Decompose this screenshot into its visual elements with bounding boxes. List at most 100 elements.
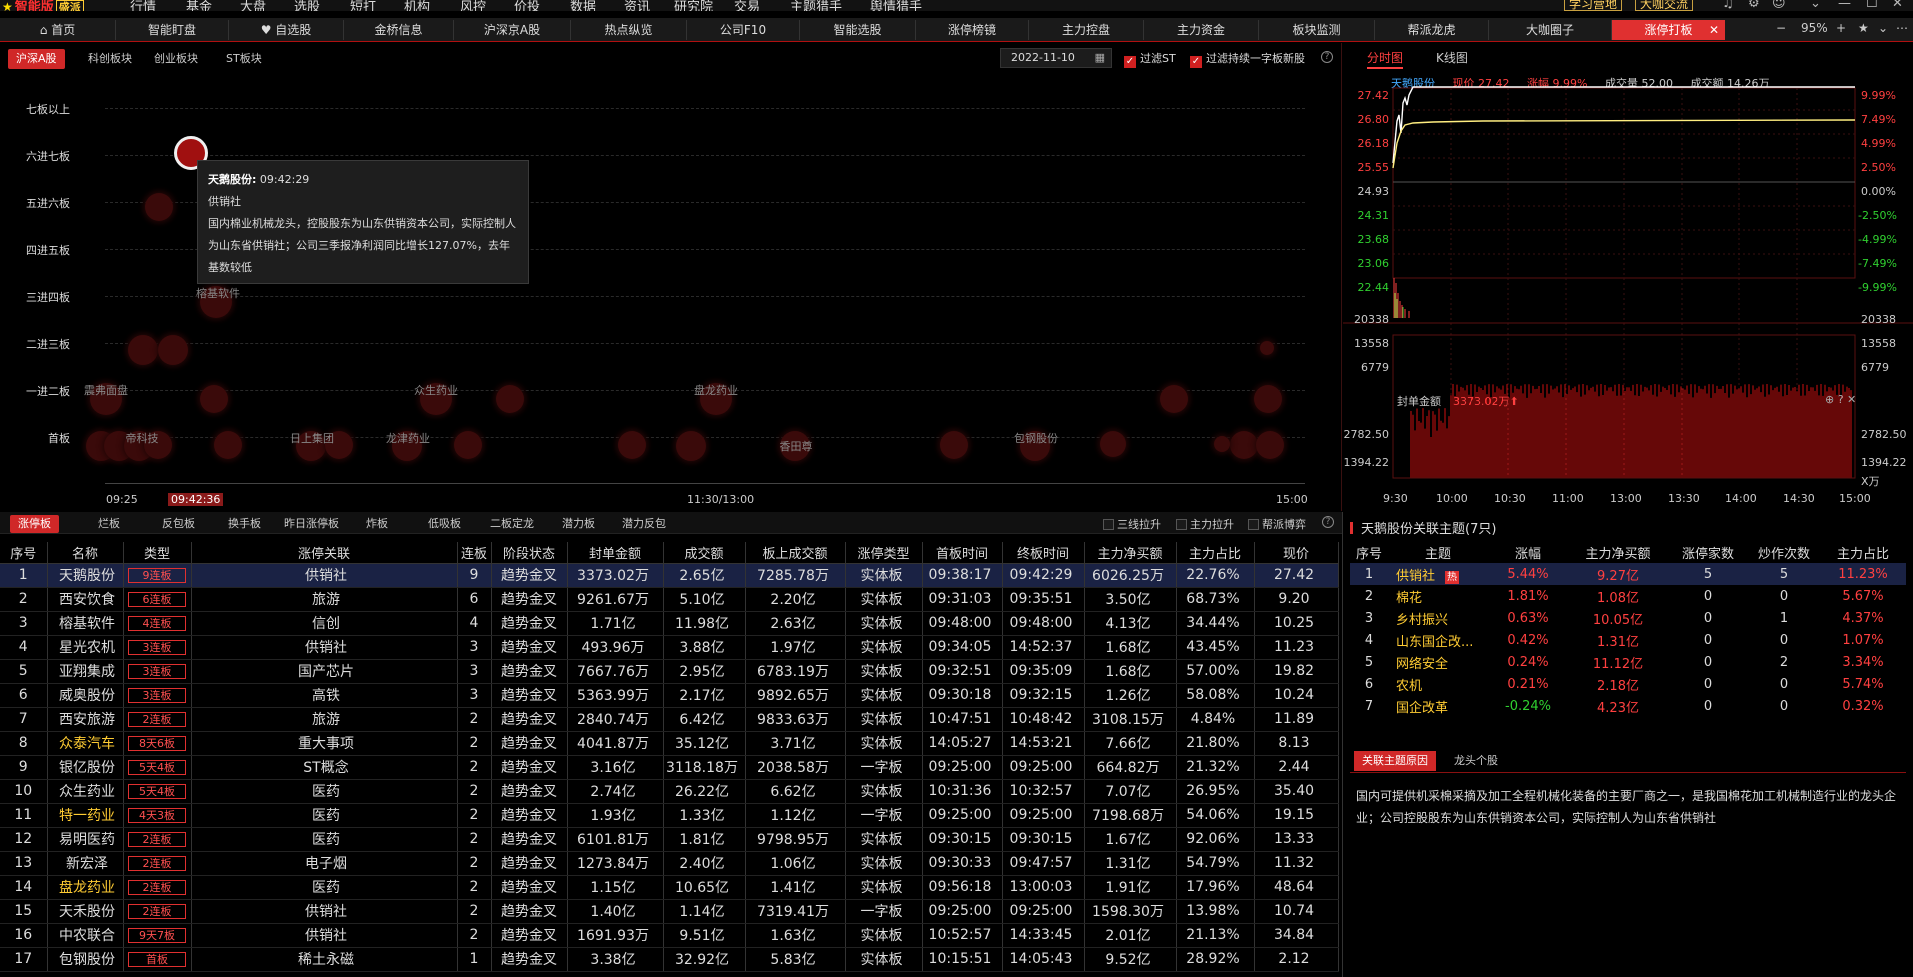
bubble-label[interactable]: 包钢股份	[1014, 431, 1058, 446]
table-row[interactable]: 6 威奥股份 3连板 高铁 3 趋势金叉 5363.99万 2.17亿 9892.65万 实体板 0…	[0, 683, 1339, 708]
menu-item-theme-hunter[interactable]: 主题猎手	[790, 0, 842, 11]
tab-a-shares[interactable]: 沪深京A股	[454, 20, 571, 40]
close-tab-icon[interactable]: ✕	[1709, 20, 1719, 40]
stock-name[interactable]: 特一药业	[47, 803, 124, 828]
stock-name[interactable]: 众泰汽车	[47, 731, 124, 756]
check-three-line[interactable]: 三线拉升	[1103, 516, 1161, 532]
stock-bubble[interactable]	[940, 431, 968, 459]
stock-name[interactable]: 银亿股份	[47, 755, 124, 780]
column-header[interactable]: 涨停家数	[1668, 542, 1748, 563]
theme-name[interactable]: 山东国企改...	[1396, 635, 1473, 650]
btab-potential[interactable]: 潜力板	[554, 515, 603, 533]
star-icon[interactable]: ★	[1858, 21, 1869, 35]
column-header[interactable]: 连板	[457, 542, 492, 564]
table-row[interactable]: 4 星光农机 3连板 供销社 3 趋势金叉 493.96万 3.88亿 1.97亿 实体板 09:3…	[0, 635, 1339, 660]
stock-bubble[interactable]	[1256, 431, 1284, 459]
btab-exploded[interactable]: 炸板	[358, 515, 396, 533]
zoom-out-icon[interactable]: −	[1776, 21, 1786, 35]
expert-chat-button[interactable]: 大咖交流	[1635, 0, 1694, 11]
table-row[interactable]: 10 众生药业 5天4板 医药 2 趋势金叉 2.74亿 26.22亿 6.62亿 实体板 10:3…	[0, 779, 1339, 804]
user-icon[interactable]: ☺	[1772, 0, 1786, 11]
help-icon[interactable]: ?	[1322, 516, 1334, 528]
table-row[interactable]: 3 榕基软件 4连板 信创 4 趋势金叉 1.71亿 11.98亿 2.63亿 实体板 09:48:…	[0, 611, 1339, 636]
learn-camp-button[interactable]: 学习营地	[1564, 0, 1623, 11]
stock-bubble[interactable]	[454, 431, 482, 459]
menu-item-news[interactable]: 资讯	[624, 0, 650, 11]
column-header[interactable]: 成交额	[663, 542, 746, 564]
menu-item-shortterm[interactable]: 短打	[350, 0, 376, 11]
column-header[interactable]: 名称	[47, 542, 124, 564]
theme-name[interactable]: 国企改革	[1396, 701, 1448, 716]
table-row[interactable]: 7 西安旅游 2连板 旅游 2 趋势金叉 2840.74万 6.42亿 9833.63万 实体板 1…	[0, 707, 1339, 732]
subtab-gem[interactable]: 创业板块	[146, 49, 206, 69]
column-header[interactable]: 主题	[1388, 542, 1488, 563]
menu-item-fund[interactable]: 基金	[186, 0, 212, 11]
column-header[interactable]: 主力净买额	[1084, 542, 1177, 564]
stock-name[interactable]: 天鹅股份	[47, 563, 124, 588]
stock-name[interactable]: 西安饮食	[47, 587, 124, 612]
column-header[interactable]: 主力占比	[1176, 542, 1255, 564]
stock-name[interactable]: 亚翔集成	[47, 659, 124, 684]
btab-lowbuy[interactable]: 低吸板	[420, 515, 469, 533]
column-header[interactable]: 板上成交额	[745, 542, 846, 564]
filter-new-checkbox[interactable]: ✓ 过滤持续一字板新股	[1190, 50, 1305, 68]
theme-name[interactable]: 棉花	[1396, 591, 1422, 606]
bubble-label[interactable]: 榕基软件	[196, 286, 240, 301]
table-row[interactable]: 1 天鹅股份 9连板 供销社 9 趋势金叉 3373.02万 2.65亿 7285.78万 实体板…	[0, 563, 1339, 588]
stock-name[interactable]: 威奥股份	[47, 683, 124, 708]
btab-limitup[interactable]: 涨停板	[10, 515, 59, 533]
stock-bubble[interactable]	[618, 431, 646, 459]
dropdown-icon[interactable]: ⌄	[1810, 0, 1821, 11]
help-icon[interactable]: ?	[1321, 51, 1333, 63]
bubble-label[interactable]: 众生药业	[414, 383, 458, 398]
calendar-icon[interactable]: ▦	[1095, 49, 1105, 67]
stock-name[interactable]: 新宏泽	[47, 851, 124, 876]
theme-row[interactable]: 7 国企改革 -0.24% 4.23亿 0 0 0.32%	[1350, 695, 1906, 717]
column-header[interactable]: 类型	[123, 542, 192, 564]
stock-name[interactable]: 易明医药	[47, 827, 124, 852]
minimize-icon[interactable]: —	[1838, 0, 1851, 11]
table-row[interactable]: 5 亚翔集成 3连板 国产芯片 3 趋势金叉 7667.76万 2.95亿 6783.19万 实体…	[0, 659, 1339, 684]
stock-name[interactable]: 盘龙药业	[47, 875, 124, 900]
settings-icon[interactable]: ⚙	[1748, 0, 1760, 11]
tab-smart-pick[interactable]: 智能选股	[800, 20, 916, 40]
table-row[interactable]: 14 盘龙药业 2连板 医药 2 趋势金叉 1.15亿 10.65亿 1.41亿 实体板 09:56…	[0, 875, 1339, 900]
theme-row[interactable]: 2 棉花 1.81% 1.08亿 0 0 5.67%	[1350, 585, 1906, 607]
stock-bubble[interactable]	[496, 385, 524, 413]
stock-bubble[interactable]	[200, 385, 228, 413]
more-icon[interactable]: ⋯	[1896, 21, 1908, 35]
subtab-hs-a[interactable]: 沪深A股	[8, 49, 65, 69]
stock-bubble[interactable]	[1254, 385, 1282, 413]
tab-limitup-mirror[interactable]: 涨停榜镜	[916, 20, 1029, 40]
date-picker[interactable]: 2022-11-10 ▦	[1000, 48, 1112, 68]
tab-smart-watch[interactable]: 智能盯盘	[116, 20, 229, 40]
theme-row[interactable]: 3 乡村振兴 0.63% 10.05亿 0 1 4.37%	[1350, 607, 1906, 629]
tab-main-control[interactable]: 主力控盘	[1029, 20, 1144, 40]
theme-row[interactable]: 5 网络安全 0.24% 11.12亿 0 2 3.34%	[1350, 651, 1906, 673]
menu-item-sentiment-hunter[interactable]: 舆情猎手	[870, 0, 922, 11]
table-row[interactable]: 11 特一药业 4天3板 医药 2 趋势金叉 1.93亿 1.33亿 1.12亿 一字板 09:25…	[0, 803, 1339, 828]
bubble-label[interactable]: 香田尊	[774, 439, 818, 454]
tab-gang-dragon[interactable]: 帮派龙虎	[1375, 20, 1489, 40]
theme-name[interactable]: 农机	[1396, 679, 1422, 694]
stock-name[interactable]: 榕基软件	[47, 611, 124, 636]
bubble-label[interactable]: 震弗面盘	[84, 383, 128, 398]
stock-bubble[interactable]	[1230, 431, 1258, 459]
close-window-icon[interactable]: ✕	[1892, 0, 1903, 11]
theme-name[interactable]: 网络安全	[1396, 657, 1448, 672]
maximize-icon[interactable]: ☐	[1866, 0, 1878, 11]
column-header[interactable]: 封单金额	[567, 542, 664, 564]
bubble-label[interactable]: 盘龙药业	[694, 383, 738, 398]
stock-bubble[interactable]	[128, 335, 158, 365]
btab-potential-reversal[interactable]: 潜力反包	[614, 515, 674, 533]
subtab-theme-reason[interactable]: 关联主题原因	[1354, 751, 1436, 771]
bell-icon[interactable]: ♫	[1722, 0, 1734, 11]
tab-home[interactable]: ⌂ 首页	[0, 20, 116, 40]
tab-list-icon[interactable]: ⌄	[1878, 21, 1888, 35]
stock-name[interactable]: 天禾股份	[47, 899, 124, 924]
stock-bubble[interactable]	[158, 335, 188, 365]
column-header[interactable]: 炒作次数	[1748, 542, 1820, 563]
theme-name[interactable]: 供销社	[1396, 569, 1435, 584]
column-header[interactable]: 首板时间	[922, 542, 1003, 564]
table-row[interactable]: 12 易明医药 2连板 医药 2 趋势金叉 6101.81万 1.81亿 9798.95万 实体板…	[0, 827, 1339, 852]
